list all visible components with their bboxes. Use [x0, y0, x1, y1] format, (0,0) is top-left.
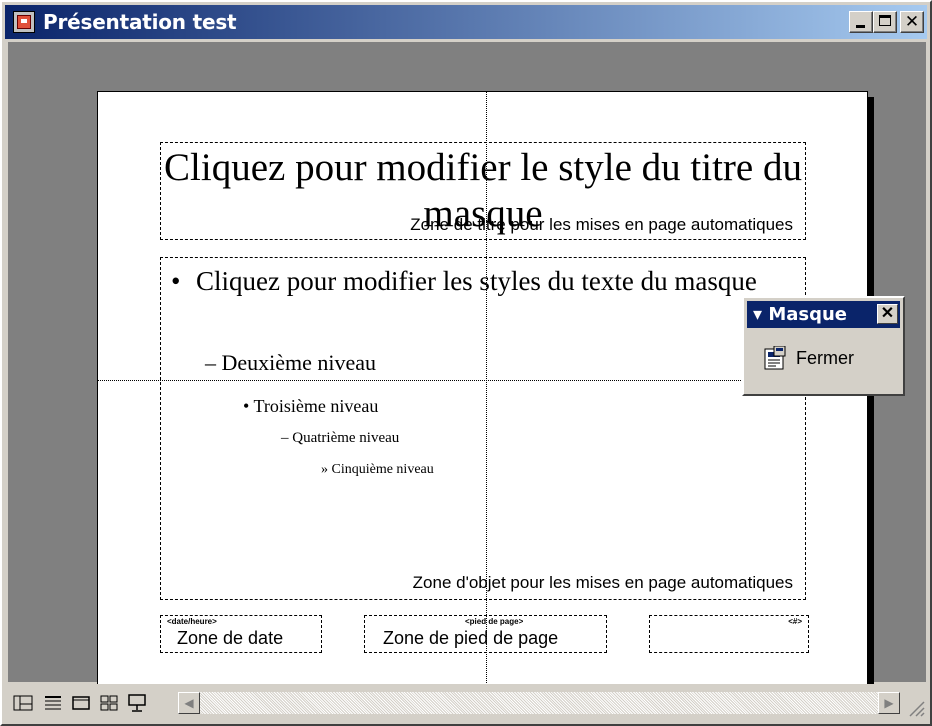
presentation-window: Présentation test ✕ Cliquez pour modifie… — [0, 0, 932, 726]
title-placeholder[interactable]: Cliquez pour modifier le style du titre … — [160, 142, 806, 240]
normal-view-icon[interactable] — [12, 692, 34, 714]
footer-zone-label: Zone de pied de page — [383, 628, 559, 648]
close-master-label: Fermer — [796, 348, 854, 368]
minimize-button[interactable] — [849, 11, 873, 33]
window-title: Présentation test — [43, 10, 237, 34]
powerpoint-app-icon[interactable] — [13, 11, 35, 33]
master-toolbar-close-button[interactable]: ✕ — [877, 304, 898, 324]
horizontal-scrollbar[interactable]: ◀ ▶ — [178, 692, 900, 714]
bullet-level-1: • Cliquez pour modifier les styles du tex… — [171, 264, 801, 298]
bullet-level-2: – Deuxième niveau — [205, 350, 376, 376]
bullet-level-2-mark: – — [205, 350, 216, 375]
body-placeholder[interactable]: • Cliquez pour modifier les styles du tex… — [160, 257, 806, 600]
body-zone-caption: Zone d'objet pour les mises en page auto… — [412, 573, 793, 592]
bullet-level-3-mark: • — [243, 396, 250, 416]
outline-view-icon[interactable] — [42, 692, 64, 714]
title-bar[interactable]: Présentation test ✕ — [5, 5, 927, 39]
slide-view-icon[interactable] — [70, 692, 92, 714]
close-master-icon — [764, 346, 786, 370]
footer-placeholder[interactable]: <pied de page> Zone de pied de page — [364, 615, 607, 653]
maximize-button[interactable] — [873, 11, 897, 33]
slide-workspace: Cliquez pour modifier le style du titre … — [8, 42, 926, 706]
bullet-level-1-mark: • — [171, 266, 181, 296]
view-bar: ◀ ▶ — [8, 684, 926, 722]
bullet-level-3: • Troisième niveau — [243, 396, 378, 417]
dropdown-arrow-icon[interactable]: ▾ — [753, 304, 762, 325]
bullet-level-5-text: Cinquième niveau — [331, 462, 434, 477]
close-button[interactable]: ✕ — [900, 11, 924, 33]
master-toolbar-title: ▾ Masque — [753, 304, 847, 325]
master-toolbar-title-text: Masque — [768, 304, 848, 325]
bullet-level-4: – Quatrième niveau — [281, 430, 399, 447]
bullet-level-5: » Cinquième niveau — [321, 462, 434, 478]
slide-number-placeholder[interactable]: <#> — [649, 615, 809, 653]
date-placeholder[interactable]: <date/heure> Zone de date — [160, 615, 322, 653]
scroll-right-icon[interactable]: ▶ — [878, 692, 900, 714]
master-toolbar-title-bar[interactable]: ▾ Masque ✕ — [747, 301, 900, 328]
date-tag: <date/heure> — [167, 617, 217, 626]
resize-grip-icon[interactable] — [904, 696, 926, 718]
bullet-level-2-text: Deuxième niveau — [221, 350, 377, 375]
title-zone-caption: Zone de titre pour les mises en page aut… — [410, 215, 793, 234]
bullet-level-5-mark: » — [321, 462, 328, 477]
maximize-icon — [879, 15, 891, 26]
bullet-level-1-text: Cliquez pour modifier les styles du text… — [196, 266, 757, 296]
date-zone-label: Zone de date — [177, 628, 284, 648]
slide-number-tag: <#> — [788, 617, 802, 626]
slide-sorter-view-icon[interactable] — [98, 692, 120, 714]
footer-tag: <pied de page> — [465, 617, 524, 626]
bullet-level-4-text: Quatrième niveau — [292, 430, 400, 446]
close-icon: ✕ — [904, 12, 920, 32]
master-toolbar: ▾ Masque ✕ Fermer — [742, 296, 905, 396]
bullet-level-4-mark: – — [281, 430, 289, 446]
close-master-view-button[interactable]: Fermer — [758, 340, 894, 380]
scroll-left-icon[interactable]: ◀ — [178, 692, 200, 714]
bullet-level-3-text: Troisième niveau — [253, 396, 379, 416]
minimize-icon — [856, 25, 865, 28]
slide-show-icon[interactable] — [126, 692, 148, 714]
